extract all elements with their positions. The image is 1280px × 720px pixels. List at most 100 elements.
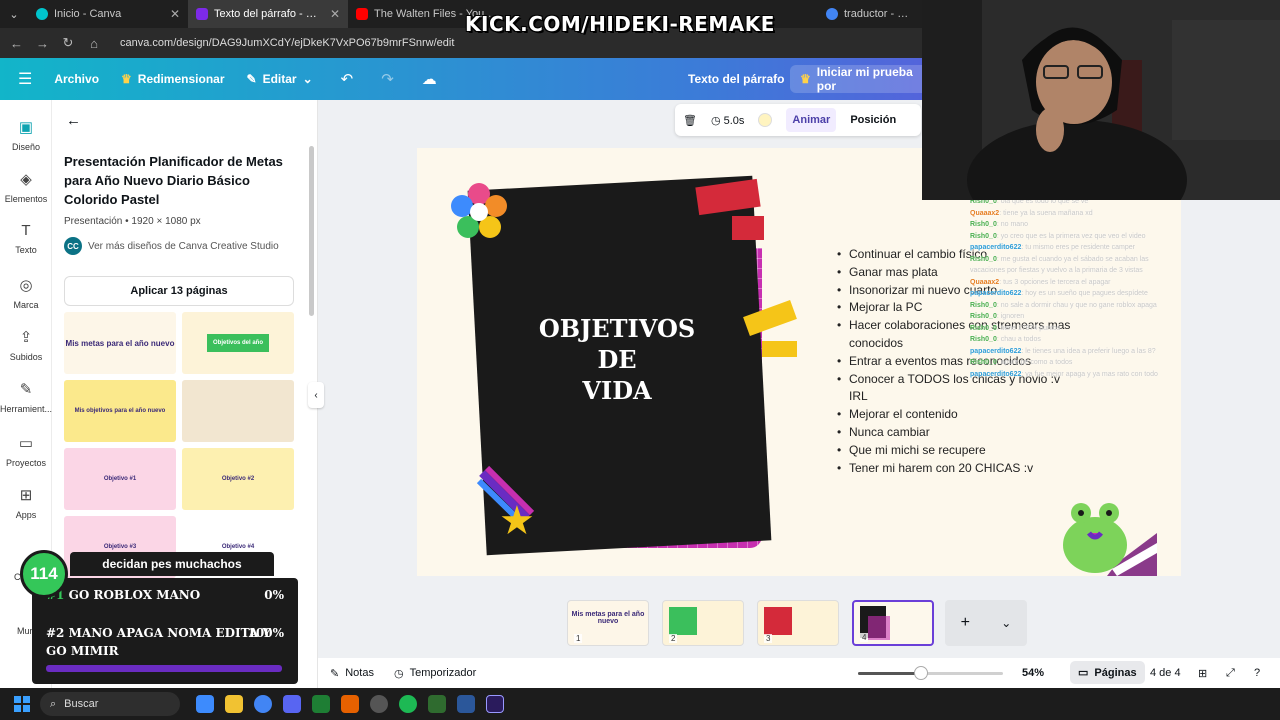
animate-button[interactable]: Animar: [786, 108, 837, 132]
resize-button[interactable]: ♛ Redimensionar: [121, 72, 224, 86]
rail-item-elements[interactable]: ◈ Elementos: [0, 170, 52, 204]
creator-avatar: CC: [64, 237, 82, 255]
search-icon: ⌕: [50, 697, 57, 710]
chat-message: Rish0_0: chau a todos: [970, 336, 1041, 343]
rail-item-projects[interactable]: ▭ Proyectos: [0, 434, 52, 468]
panel-scrollbar[interactable]: [309, 146, 314, 316]
page-thumbnail-selected[interactable]: 4: [852, 600, 934, 646]
flower-icon: [451, 183, 507, 238]
undo-icon[interactable]: ↶: [341, 70, 354, 88]
cloud-saved-icon[interactable]: ☁: [422, 70, 437, 88]
pencil-icon: ✎: [246, 72, 257, 86]
duration-control[interactable]: ◷ 5.0s: [711, 114, 744, 127]
menu-icon[interactable]: ☰: [18, 69, 32, 89]
more-designs-link[interactable]: CC Ver más diseños de Canva Creative Stu…: [64, 237, 279, 255]
tab-label: traductor - Buscar con: [844, 8, 910, 20]
url-field[interactable]: canva.com/design/DAG9JumXCdY/ejDkeK7VxPO…: [120, 37, 454, 49]
plus-icon[interactable]: +: [961, 614, 970, 632]
text-icon: T: [21, 222, 31, 239]
template-thumb[interactable]: Objetivo #1: [64, 448, 176, 510]
stream-chat-overlay: Rish0_0: ola que es todo lo que se ve Qu…: [970, 196, 1230, 380]
tab-list-dropdown[interactable]: ⌄: [0, 8, 28, 21]
template-thumb[interactable]: Objetivo #2: [182, 448, 294, 510]
goal-item: Nunca cambiar: [835, 424, 1075, 442]
zoom-level[interactable]: 54%: [1022, 667, 1044, 679]
notes-icon: ✎: [330, 667, 340, 680]
rail-item-tools[interactable]: ✎ Herramient...: [0, 380, 52, 414]
collapse-panel-button[interactable]: ‹: [308, 382, 324, 408]
design-icon: ▣: [18, 119, 34, 136]
browser-tab[interactable]: Inicio - Canva ✕: [28, 0, 188, 28]
edge-app-icon[interactable]: [196, 695, 214, 713]
page-counter: 4 de 4: [1150, 667, 1181, 679]
chat-message: Rish0_0: no sale a dormir chau y que no …: [970, 301, 1157, 309]
rail-item-uploads[interactable]: ⇪ Subidos: [0, 328, 52, 362]
pages-icon: ▭: [1078, 667, 1089, 679]
page-thumbnail[interactable]: 3: [757, 600, 839, 646]
back-arrow-icon[interactable]: ←: [66, 112, 81, 129]
page-thumbnail[interactable]: 2: [662, 600, 744, 646]
rail-item-apps[interactable]: ⊞ Apps: [0, 486, 52, 520]
premiere-app-icon[interactable]: [486, 695, 504, 713]
trash-icon[interactable]: 🗑: [683, 114, 697, 127]
close-tab-icon[interactable]: ✕: [330, 7, 340, 21]
canva-favicon-icon: [196, 8, 208, 20]
timer-button[interactable]: ◷ Temporizador: [394, 667, 476, 680]
back-icon[interactable]: ←: [10, 36, 23, 51]
rail-item-text[interactable]: T Texto: [0, 222, 52, 255]
start-trial-button[interactable]: ♛ Iniciar mi prueba por: [790, 65, 930, 93]
goal-item: Que mi michi se recupere: [835, 442, 1075, 460]
windows-start-icon[interactable]: [14, 696, 30, 712]
taskbar-search[interactable]: ⌕ Buscar: [40, 692, 180, 716]
slide-title[interactable]: OBJETIVOS DE VIDA: [512, 313, 722, 406]
template-thumb[interactable]: Mis objetivos para el año nuevo: [64, 380, 176, 442]
poll-body: #1 GO ROBLOX MANO 0% #2 MANO APAGA NOMA …: [32, 578, 298, 684]
chevron-down-icon: ⌄: [302, 72, 313, 86]
fullscreen-icon[interactable]: ⤢: [1226, 667, 1235, 680]
zoom-slider-handle[interactable]: [914, 666, 928, 680]
rail-item-design[interactable]: ▣ Diseño: [0, 118, 52, 152]
page-thumbnail[interactable]: Mis metas para el año nuevo 1: [567, 600, 649, 646]
template-thumb[interactable]: Mis metas para el año nuevo: [64, 312, 176, 374]
reload-icon[interactable]: ↻: [62, 35, 74, 51]
close-tab-icon[interactable]: ✕: [170, 7, 180, 21]
obs-app-icon[interactable]: [370, 695, 388, 713]
rail-item-brand[interactable]: ◎ Marca: [0, 276, 52, 310]
position-button[interactable]: Posición: [850, 114, 896, 126]
brave-app-icon[interactable]: [341, 695, 359, 713]
red-tape-decoration: [732, 216, 764, 240]
color-swatch[interactable]: [758, 113, 773, 127]
poll-title: decidan pes muchachos: [70, 552, 274, 576]
forward-icon[interactable]: →: [36, 36, 49, 51]
chat-message: papacerdito622: ya fue mejor apaga y ya …: [970, 370, 1158, 378]
minecraft-app-icon[interactable]: [312, 695, 330, 713]
apply-pages-button[interactable]: Aplicar 13 páginas: [64, 276, 294, 306]
chat-message: Rish0_0: me gusta el cuando ya el sábado…: [970, 255, 1149, 263]
kick-banner: KICK.COM/HIDEKI-REMAKE: [465, 12, 775, 36]
redo-icon[interactable]: ↷: [381, 70, 394, 88]
game-app-icon[interactable]: [428, 695, 446, 713]
add-page-button[interactable]: + ⌄: [945, 600, 1027, 646]
word-app-icon[interactable]: [457, 695, 475, 713]
help-icon[interactable]: ?: [1254, 667, 1260, 679]
browser-tab[interactable]: traductor - Buscar con: [818, 0, 918, 28]
grid-view-icon[interactable]: ⊞: [1198, 667, 1207, 680]
file-explorer-icon[interactable]: [225, 695, 243, 713]
template-thumb[interactable]: [182, 380, 294, 442]
apps-icon: ⊞: [19, 487, 33, 504]
spotify-app-icon[interactable]: [399, 695, 417, 713]
poll-option: #2 MANO APAGA NOMA EDITA Y GO MIMIR 100%: [46, 626, 284, 658]
edit-menu[interactable]: ✎ Editar ⌄: [247, 72, 313, 86]
goal-item: Mejorar el contenido: [835, 406, 1075, 424]
chrome-app-icon[interactable]: [254, 695, 272, 713]
windows-taskbar: ⌕ Buscar: [0, 688, 1280, 720]
home-icon[interactable]: ⌂: [88, 36, 100, 51]
notes-button[interactable]: ✎ Notas: [330, 667, 374, 680]
browser-tab-active[interactable]: Texto del párrafo - Presentación ✕: [188, 0, 348, 28]
pages-button[interactable]: ▭ Páginas: [1070, 661, 1145, 684]
chevron-down-icon[interactable]: ⌄: [1001, 616, 1011, 630]
template-thumb[interactable]: Objetivos del año: [182, 312, 294, 374]
discord-app-icon[interactable]: [283, 695, 301, 713]
file-menu[interactable]: Archivo: [54, 72, 99, 86]
chat-message: papacerdito622: hoy es un sueño que pagu…: [970, 290, 1148, 297]
